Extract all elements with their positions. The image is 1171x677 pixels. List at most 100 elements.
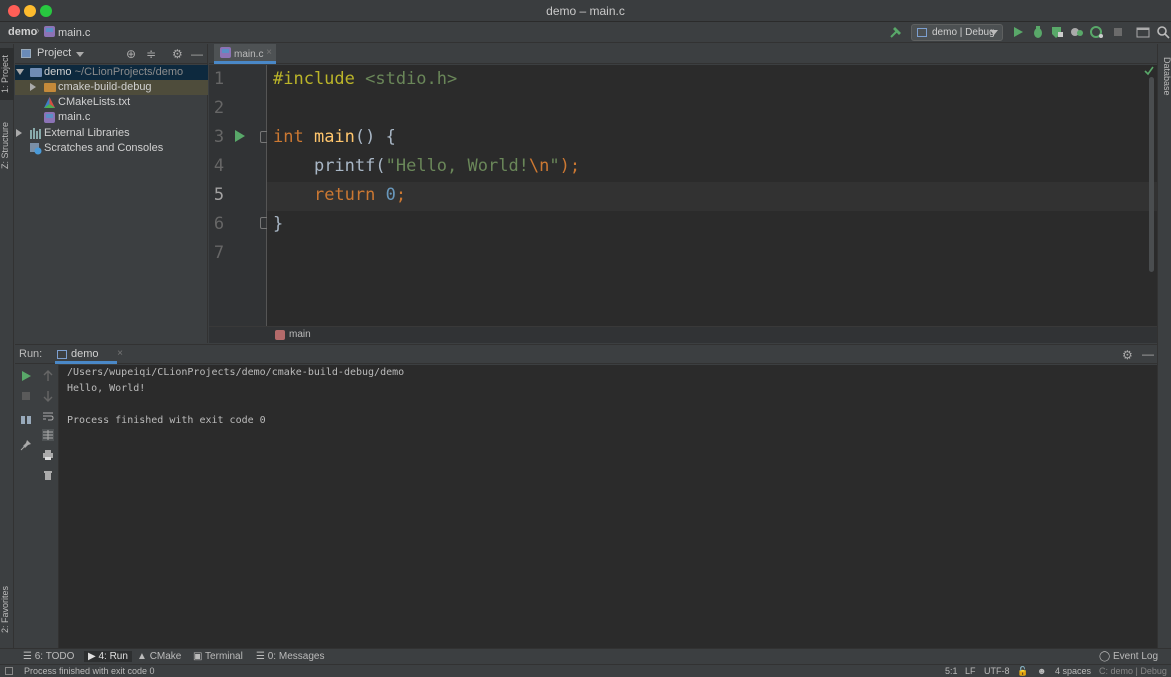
code-line-3: int main() { [273,127,396,147]
code-token: 0 [375,185,396,205]
code-token: \n [528,156,550,176]
indent-setting[interactable]: 4 spaces [1055,666,1091,676]
tree-item-label: main.c [58,111,91,123]
code-token: return [313,185,376,205]
tool-tab-structure[interactable]: Z: Structure [0,114,14,176]
tool-tab-project-label: 1: Project [0,54,10,94]
hide-panel-icon[interactable]: — [191,47,203,61]
file-encoding[interactable]: UTF-8 [984,666,1010,676]
toggle-tool-windows-icon[interactable] [5,667,13,675]
tree-item-label: External Libraries [44,127,130,139]
tree-item-scratches[interactable]: Scratches and Consoles [15,141,208,156]
gear-icon[interactable]: ⚙ [1122,348,1133,362]
run-tab-demo[interactable]: demo × [55,345,123,364]
editor-scrollbar[interactable] [1149,77,1154,272]
scroll-to-end-icon[interactable] [42,429,54,441]
run-configuration-label: demo | Debug [932,27,995,38]
run-panel-title: Run: [19,348,43,360]
arrow-down-icon[interactable] [42,390,54,402]
print-icon[interactable] [42,449,54,461]
tool-button-run-label: 4: Run [98,651,128,662]
status-message[interactable]: Process finished with exit code 0 [24,666,155,676]
stop-icon[interactable] [1111,25,1125,39]
collapsed-arrow-icon[interactable] [16,129,22,137]
editor-tab-main-c[interactable]: main.c × [214,44,276,64]
code-token: printf [313,156,376,176]
nav-crumb-file[interactable]: main.c [44,26,90,39]
gear-icon[interactable]: ⚙ [172,47,183,61]
tree-item-label: CMakeLists.txt [58,96,131,108]
nav-crumb-project[interactable]: demo [8,26,37,38]
trash-icon[interactable] [42,469,54,481]
scratches-icon [30,143,42,155]
tool-tab-structure-label: Z: Structure [0,121,10,169]
tree-item-cmake-build-debug[interactable]: cmake-build-debug [15,80,208,95]
caret-position[interactable]: 5:1 [945,666,958,676]
tool-button-terminal[interactable]: ▣ Terminal [193,651,243,662]
status-bar: Process finished with exit code 0 5:1 LF… [0,664,1171,677]
run-configuration-select[interactable]: demo | Debug [911,24,1003,41]
project-panel-header: Project ⊕ ≑ ⚙ — [15,44,207,64]
collapse-all-icon[interactable]: ≑ [146,47,156,61]
locate-file-icon[interactable]: ⊕ [126,47,136,61]
search-icon[interactable] [1156,25,1170,39]
arrow-up-icon[interactable] [42,370,54,382]
lock-icon[interactable]: 🔓 [1017,666,1028,677]
stop-icon[interactable] [20,390,32,402]
layout-icon[interactable] [20,414,32,426]
code-token: () { [354,127,396,147]
line-number: 6 [213,214,225,234]
build-hammer-icon[interactable] [889,25,903,39]
tree-item-demo[interactable]: demo ~/CLionProjects/demo [15,65,208,80]
project-view-icon [21,49,31,58]
pin-icon[interactable] [20,439,32,451]
editor-gutter[interactable]: 1 2 3 4 5 6 7 [209,65,271,326]
collapsed-arrow-icon[interactable] [30,83,36,91]
tool-tab-project[interactable]: 1: Project [0,48,14,100]
rerun-icon[interactable] [20,370,32,382]
tool-button-event-log-label: Event Log [1112,651,1159,662]
line-separator[interactable]: LF [965,666,976,676]
run-panel-header: Run: demo × ⚙ — [15,344,1157,364]
tool-tab-favorites[interactable]: 2: Favorites [0,578,14,640]
code-token: "Hello, World! [385,156,529,176]
run-console-output[interactable]: /Users/wupeiqi/CLionProjects/demo/cmake-… [59,365,1157,648]
hide-panel-icon[interactable]: — [1142,347,1154,361]
code-editor[interactable]: #include <stdio.h> int main() { printf("… [267,65,1157,326]
window-title: demo – main.c [546,4,625,18]
resolve-context[interactable]: C: demo | Debug [1099,666,1167,676]
close-icon[interactable]: × [117,348,123,359]
run-with-coverage-icon[interactable] [1050,25,1064,39]
tool-button-todo[interactable]: ☰ 6: TODO [23,651,74,662]
cmake-file-icon [44,97,55,108]
c-file-icon [220,47,231,58]
soft-wrap-icon[interactable] [42,410,54,422]
tool-button-run[interactable]: ▶ 4: Run [84,651,132,662]
project-structure-icon[interactable] [1136,25,1150,39]
run-icon[interactable] [1011,25,1025,39]
debug-icon[interactable] [1031,25,1045,39]
inspector-icon[interactable]: ☻ [1037,666,1046,676]
run-gutter-icon[interactable] [235,130,245,142]
line-number-current: 5 [213,185,225,205]
close-icon[interactable]: × [266,47,272,58]
console-line: /Users/wupeiqi/CLionProjects/demo/cmake-… [67,367,405,378]
valgrind-icon[interactable] [1090,25,1104,39]
tool-button-messages[interactable]: ☰ 0: Messages [256,651,324,662]
breadcrumb-function[interactable]: main [289,329,311,340]
profiler-icon[interactable] [1070,25,1084,39]
tool-button-event-log[interactable]: ◯ Event Log [1099,651,1158,662]
expanded-arrow-icon[interactable] [16,69,24,75]
project-view-select[interactable]: Project [37,47,71,59]
tree-item-cmakelists[interactable]: CMakeLists.txt [15,95,208,110]
code-line-4: printf("Hello, World!\n"); [273,156,580,176]
tree-item-label: demo [44,66,72,78]
tool-button-cmake[interactable]: ▲ CMake [137,651,181,662]
tree-item-main-c[interactable]: main.c [15,110,208,125]
tree-item-external-libraries[interactable]: External Libraries [15,126,208,141]
tool-tab-database[interactable]: Database [1158,50,1171,102]
tool-button-messages-label: 0: Messages [267,651,325,662]
editor-tab-label: main.c [234,49,264,60]
